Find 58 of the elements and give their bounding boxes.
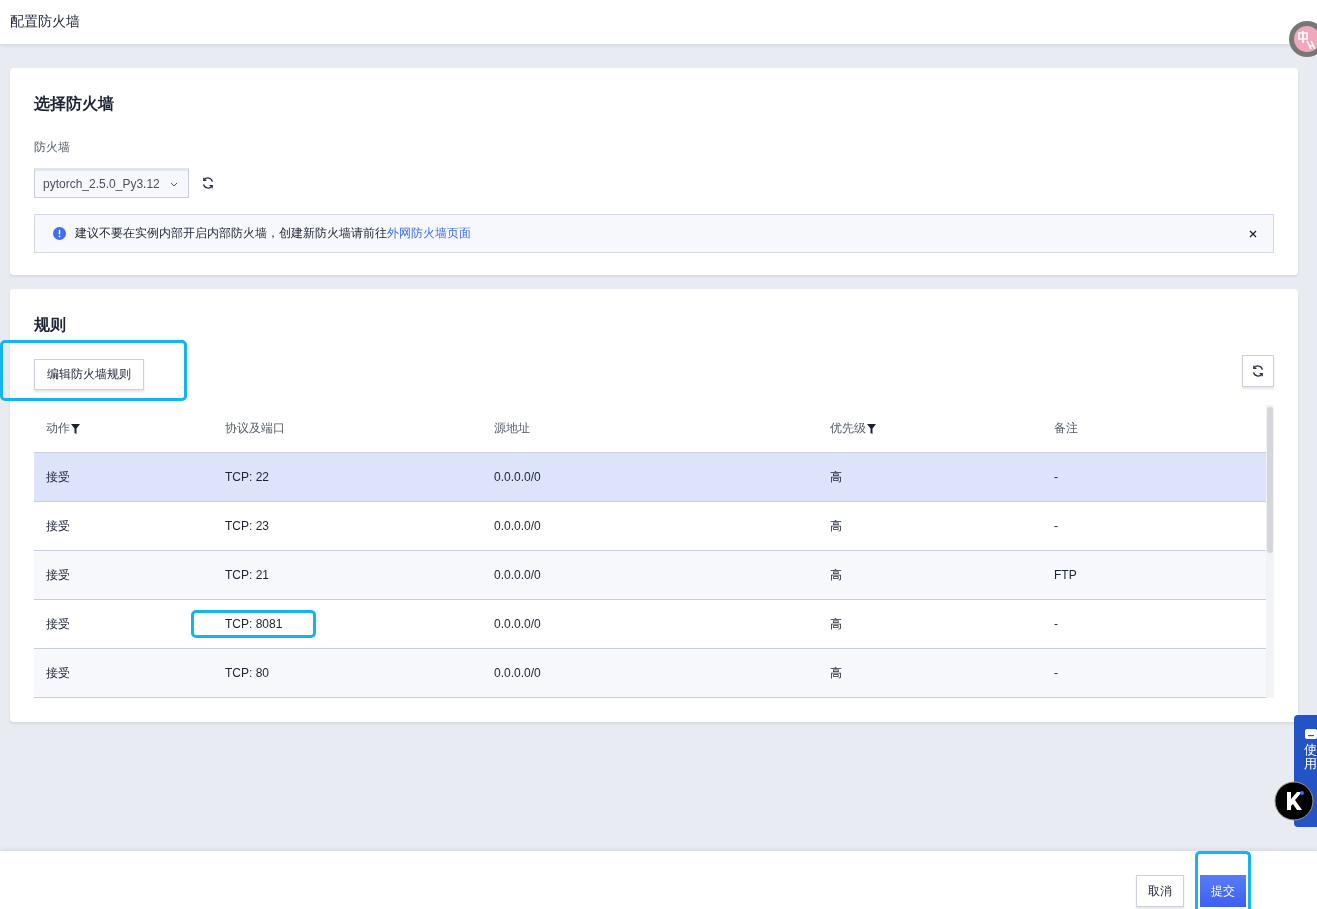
table-cell: 0.0.0.0/0 <box>494 617 541 631</box>
table-cell: TCP: 23 <box>225 519 269 533</box>
table-cell: 0.0.0.0/0 <box>494 568 541 582</box>
table-cell: - <box>1054 617 1058 631</box>
table-cell: 接受 <box>46 616 70 631</box>
table-cell: TCP: 22 <box>225 470 269 484</box>
table-cell: 0.0.0.0/0 <box>494 666 541 680</box>
table-cell: 高 <box>830 518 842 533</box>
table-cell: - <box>1054 666 1058 680</box>
column-header: 动作 <box>46 420 70 437</box>
chevron-down-icon <box>169 181 178 187</box>
table-cell: FTP <box>1054 568 1077 582</box>
submit-button[interactable]: 提交 <box>1200 875 1246 907</box>
edit-rules-button[interactable]: 编辑防火墙规则 <box>34 359 144 390</box>
section-title: 选择防火墙 <box>34 94 115 114</box>
chat-icon <box>1305 729 1317 739</box>
table-row[interactable]: 接受 TCP: 23 0.0.0.0/0 高 - <box>34 501 1266 551</box>
page-title: 配置防火墙 <box>10 13 80 31</box>
filter-icon[interactable] <box>867 423 876 434</box>
table-cell: TCP: 8081 <box>225 617 283 631</box>
refresh-icon[interactable] <box>1251 363 1265 378</box>
close-icon[interactable] <box>1249 229 1257 238</box>
firewall-page-link[interactable]: 外网防火墙页面 <box>387 226 471 240</box>
cancel-button[interactable]: 取消 <box>1136 875 1184 907</box>
filter-icon[interactable] <box>71 423 80 434</box>
refresh-icon[interactable] <box>201 176 215 190</box>
table-cell: TCP: 21 <box>225 568 269 582</box>
table-row[interactable]: 接受 TCP: 80 0.0.0.0/0 高 - <box>34 648 1266 698</box>
notice-text: 建议不要在实例内部开启内部防火墙，创建新防火墙请前往外网防火墙页面 <box>75 225 472 242</box>
table-cell: 0.0.0.0/0 <box>494 470 541 484</box>
field-label: 防火墙 <box>34 139 71 156</box>
translate-icon[interactable] <box>1289 21 1317 57</box>
table-cell: 接受 <box>46 665 70 680</box>
column-header: 备注 <box>1054 420 1078 437</box>
table-cell: 高 <box>830 665 842 680</box>
table-cell: TCP: 80 <box>225 666 269 680</box>
table-cell: 高 <box>830 567 842 582</box>
scrollbar-thumb[interactable] <box>1267 407 1273 553</box>
table-row[interactable]: 接受 TCP: 21 0.0.0.0/0 高 FTP <box>34 550 1266 600</box>
table-row[interactable]: 接受 TCP: 22 0.0.0.0/0 高 - <box>34 452 1266 502</box>
table-cell: 接受 <box>46 518 70 533</box>
table-cell: - <box>1054 470 1058 484</box>
table-cell: 高 <box>830 616 842 631</box>
column-header: 源地址 <box>494 420 530 437</box>
table-cell: 高 <box>830 469 842 484</box>
column-header: 优先级 <box>830 420 866 437</box>
table-cell: 接受 <box>46 469 70 484</box>
table-row[interactable]: 接受 TCP: 8081 0.0.0.0/0 高 - <box>34 599 1266 649</box>
side-tab-label: 使用 <box>1304 743 1317 772</box>
refresh-button[interactable] <box>1242 354 1274 387</box>
info-icon <box>53 227 66 240</box>
section-title: 规则 <box>34 315 67 335</box>
table-cell: - <box>1054 519 1058 533</box>
logo-icon[interactable] <box>1274 781 1314 821</box>
table-cell: 0.0.0.0/0 <box>494 519 541 533</box>
table-cell: 接受 <box>46 567 70 582</box>
column-header: 协议及端口 <box>225 420 285 437</box>
firewall-select[interactable]: pytorch_2.5.0_Py3.12 <box>34 168 189 198</box>
